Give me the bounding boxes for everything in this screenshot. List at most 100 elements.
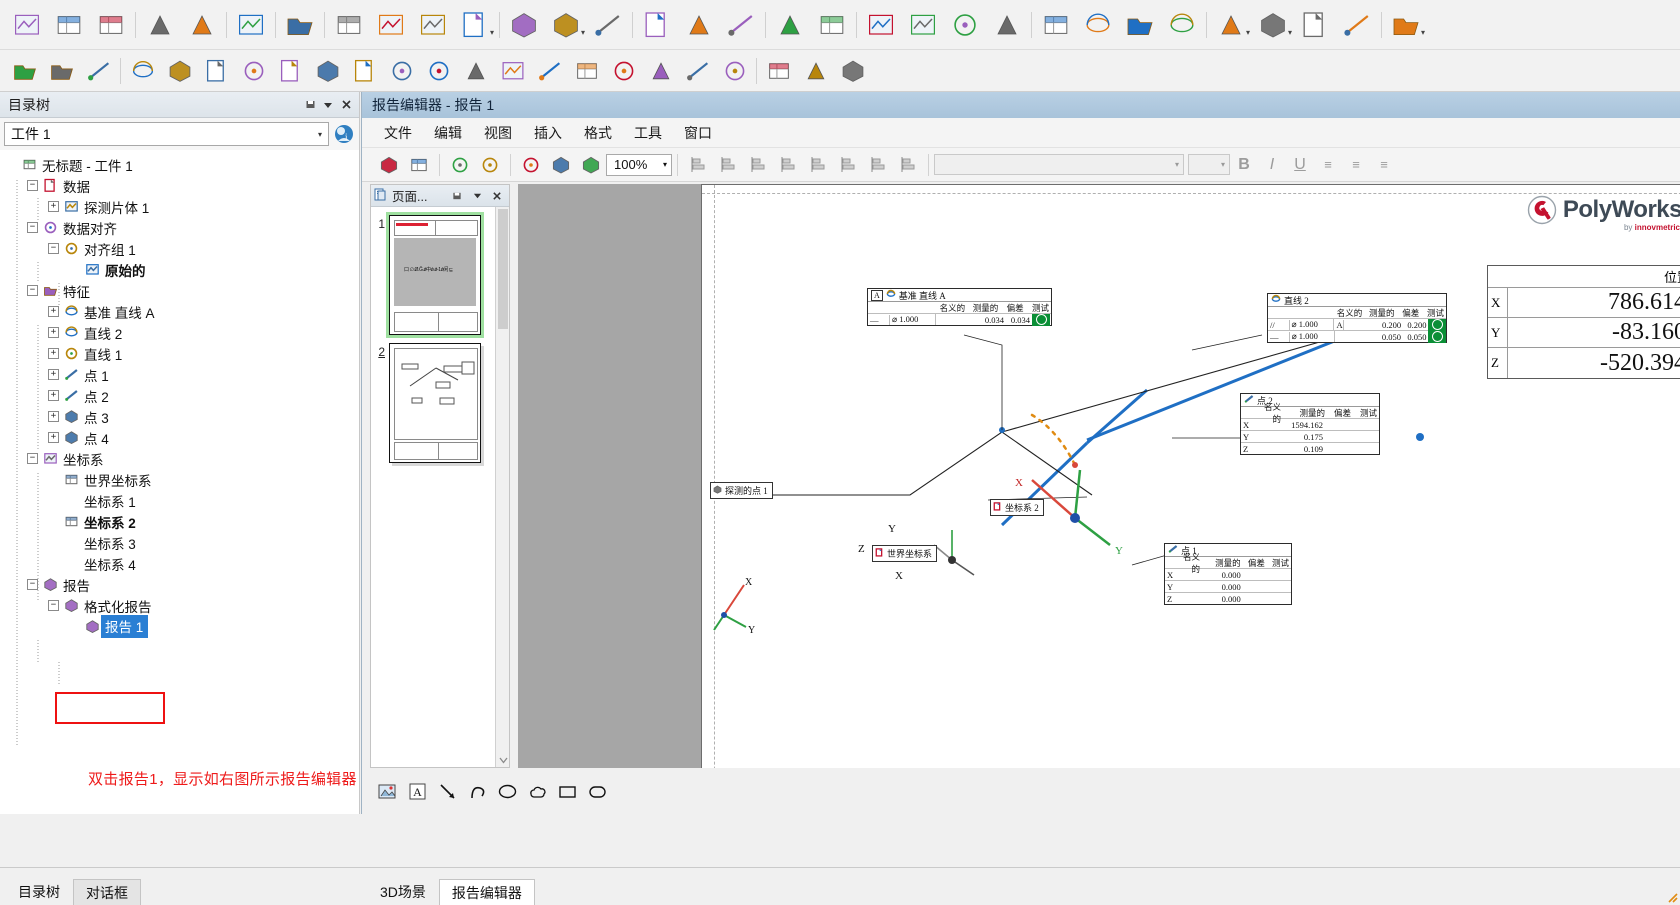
probe-device-icon[interactable] xyxy=(6,54,43,88)
export-pdf-icon[interactable] xyxy=(475,151,505,179)
draw-cloud-icon[interactable] xyxy=(524,778,550,804)
zoom-level-combo[interactable]: 100% ▾ xyxy=(606,153,672,176)
resize-grip-icon[interactable] xyxy=(1664,889,1678,903)
tree-node-2[interactable]: + 探测片体 1 xyxy=(0,196,359,217)
chart-icon[interactable]: ▾ xyxy=(1385,5,1427,45)
panel-menu-icon[interactable] xyxy=(319,96,337,114)
align-left-icon[interactable] xyxy=(683,151,713,179)
point-cloud-icon[interactable] xyxy=(43,54,80,88)
text-align-right-icon[interactable]: ≡ xyxy=(1370,152,1398,178)
undo-icon[interactable] xyxy=(139,5,181,45)
tree-node-12[interactable]: + 点 3 xyxy=(0,406,359,427)
tree-node-19[interactable]: 坐标系 4 xyxy=(0,553,359,574)
tool-icon[interactable] xyxy=(834,54,871,88)
underline-icon[interactable]: U xyxy=(1286,152,1314,178)
open-report-icon[interactable] xyxy=(404,151,434,179)
paste-icon[interactable] xyxy=(576,151,606,179)
stop-hand-icon[interactable] xyxy=(1294,5,1336,45)
tree-node-21[interactable]: − 格式化报告 xyxy=(0,595,359,616)
menu-item-4[interactable]: 格式 xyxy=(584,123,612,143)
polygon-feature-icon[interactable] xyxy=(346,54,383,88)
copy-icon[interactable] xyxy=(546,151,576,179)
gauge-icon[interactable] xyxy=(797,54,834,88)
collapse-node-icon[interactable]: − xyxy=(27,453,38,464)
report-icon[interactable] xyxy=(1035,5,1077,45)
cone-feature-icon[interactable] xyxy=(457,54,494,88)
annotation-a1-icon[interactable] xyxy=(678,5,720,45)
scroll-down-icon[interactable] xyxy=(496,753,510,767)
point-feature-icon[interactable] xyxy=(80,54,117,88)
panel-menu-icon[interactable] xyxy=(468,187,486,205)
angle-icon[interactable] xyxy=(716,54,753,88)
table-icon[interactable] xyxy=(1119,5,1161,45)
align-center-h-icon[interactable] xyxy=(713,151,743,179)
sphere-feature-icon[interactable] xyxy=(420,54,457,88)
tab-3D场景[interactable]: 3D场景 xyxy=(368,879,438,905)
text-align-left-icon[interactable]: ≡ xyxy=(1314,152,1342,178)
chevron-down-icon[interactable]: ▾ xyxy=(490,28,494,37)
chevron-down-icon[interactable]: ▾ xyxy=(1246,28,1250,37)
scene-label-world-coordsys[interactable]: 世界坐标系 xyxy=(872,545,938,562)
tree-node-17[interactable]: 坐标系 2 xyxy=(0,511,359,532)
datum-icon[interactable] xyxy=(760,54,797,88)
arc-feature-icon[interactable] xyxy=(235,54,272,88)
collapse-node-icon[interactable]: − xyxy=(27,579,38,590)
plane-feature-icon[interactable] xyxy=(161,54,198,88)
tab-对话框[interactable]: 对话框 xyxy=(73,879,141,905)
new-file-icon[interactable] xyxy=(6,5,48,45)
tree-node-3[interactable]: − 数据对齐 xyxy=(0,217,359,238)
line-feature-icon[interactable] xyxy=(124,54,161,88)
bold-icon[interactable]: B xyxy=(1230,152,1258,178)
settings-gear-icon[interactable] xyxy=(230,5,272,45)
draw-rounded-rect-icon[interactable] xyxy=(584,778,610,804)
align-bottom-icon[interactable] xyxy=(833,151,863,179)
collapse-node-icon[interactable]: − xyxy=(27,222,38,233)
freeform-icon[interactable] xyxy=(587,5,629,45)
new-page-icon[interactable] xyxy=(374,151,404,179)
scene-label-coordsys-2[interactable]: 坐标系 2 xyxy=(990,499,1044,516)
tree-node-6[interactable]: − 特征 xyxy=(0,280,359,301)
align-middle-v-icon[interactable] xyxy=(803,151,833,179)
pages-scrollbar[interactable] xyxy=(495,207,509,767)
playlist-icon[interactable] xyxy=(1336,5,1378,45)
menu-item-0[interactable]: 文件 xyxy=(384,123,412,143)
page-thumbnail-2[interactable] xyxy=(389,343,481,463)
scene-label-probed-point-1[interactable]: 探测的点 1 xyxy=(710,482,773,499)
insert-image-icon[interactable] xyxy=(374,778,400,804)
snapshot-icon[interactable] xyxy=(1077,5,1119,45)
text-align-center-icon[interactable]: ≡ xyxy=(1342,152,1370,178)
open-file-icon[interactable] xyxy=(48,5,90,45)
menu-item-2[interactable]: 视图 xyxy=(484,123,512,143)
cut-icon[interactable] xyxy=(516,151,546,179)
tree-node-1[interactable]: − 数据 xyxy=(0,175,359,196)
tree-node-10[interactable]: + 点 1 xyxy=(0,364,359,385)
camera-icon[interactable] xyxy=(1161,5,1203,45)
gdt-icon[interactable] xyxy=(636,5,678,45)
tree-node-13[interactable]: + 点 4 xyxy=(0,427,359,448)
expand-node-icon[interactable]: + xyxy=(48,348,59,359)
measure-objects-icon[interactable]: ▾ xyxy=(545,5,587,45)
draw-ellipse-icon[interactable] xyxy=(494,778,520,804)
probe-icon[interactable]: ▾ xyxy=(454,5,496,45)
tree-node-8[interactable]: + 直线 2 xyxy=(0,322,359,343)
page-thumbnail-1[interactable]: 口 ∅.Ø.Ǧ.ǿ中ǿ.ǿ-1ǿ闲 ⊑ xyxy=(389,215,481,335)
distance-icon[interactable] xyxy=(679,54,716,88)
redo-icon[interactable] xyxy=(181,5,223,45)
italic-icon[interactable]: I xyxy=(1258,152,1286,178)
circle-feature-icon[interactable] xyxy=(198,54,235,88)
part-selector-combo[interactable]: 工件 1 ▾ xyxy=(4,122,329,146)
expand-node-icon[interactable]: + xyxy=(48,390,59,401)
import-icon[interactable] xyxy=(279,5,321,45)
draw-line-icon[interactable] xyxy=(434,778,460,804)
align-icon[interactable] xyxy=(328,5,370,45)
tree-node-0[interactable]: 无标题 - 工件 1 xyxy=(0,154,359,175)
chevron-down-icon[interactable]: ▾ xyxy=(1175,160,1179,169)
font-size-combo[interactable]: ▾ xyxy=(1188,154,1230,175)
tab-报告编辑器[interactable]: 报告编辑器 xyxy=(438,879,535,905)
tree-node-7[interactable]: + 基准 直线 A xyxy=(0,301,359,322)
tab-目录树[interactable]: 目录树 xyxy=(6,879,72,905)
surface-compare-icon[interactable] xyxy=(769,5,811,45)
font-family-combo[interactable]: ▾ xyxy=(934,154,1184,175)
slot-feature-icon[interactable] xyxy=(309,54,346,88)
insert-text-icon[interactable]: A xyxy=(404,778,430,804)
